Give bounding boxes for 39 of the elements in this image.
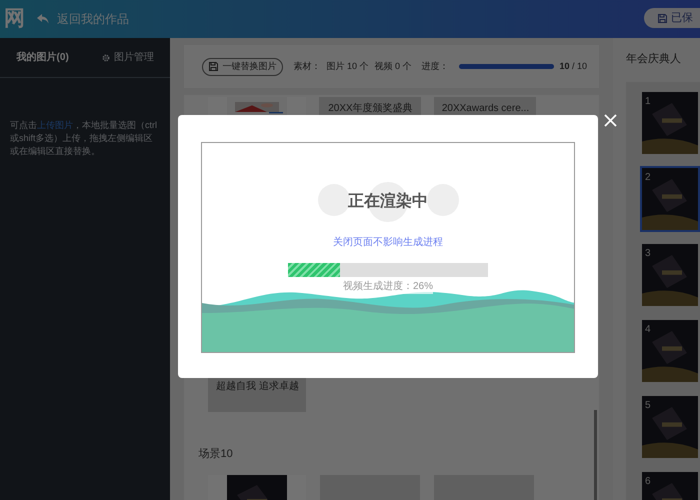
help-text: 可点击上传图片，本地批量选图（ctrl或shift多选）上传，拖拽左侧编辑区或在编辑区直接替换。	[9, 119, 158, 158]
slide-thumbnail[interactable]: 5	[640, 394, 700, 460]
save-button[interactable]: 已保	[644, 8, 700, 28]
card-title: 超越自我 追求卓越	[216, 380, 299, 394]
logo: 网	[4, 6, 25, 32]
slide-thumbnail[interactable]: 2	[640, 166, 700, 232]
slide-thumbnail[interactable]: 1	[640, 90, 700, 156]
scene-label: 场景10	[198, 447, 234, 462]
slide-number: 1	[645, 94, 651, 108]
card-title: 20XXawards cere...	[442, 102, 530, 116]
material-label: 素材：	[293, 60, 320, 73]
panel-title: 年会庆典人	[626, 52, 682, 67]
sidebar-tab[interactable]: 图片管理	[102, 50, 154, 65]
slide-number: 3	[645, 246, 651, 260]
sidebar-tab[interactable]: 我的图片(0)	[16, 50, 69, 65]
upload-link[interactable]: 上传图片	[37, 120, 73, 130]
close-icon	[603, 113, 618, 128]
slide-thumbnail[interactable]: 6	[640, 470, 700, 500]
progress-count: 10 / 10	[560, 60, 588, 73]
save-icon	[658, 14, 667, 22]
video-count: 视频 0 个	[374, 60, 412, 73]
slide-number: 2	[645, 170, 651, 184]
gear-icon	[102, 54, 110, 62]
slide-number: 6	[645, 474, 651, 488]
back-arrow-icon	[37, 14, 49, 24]
slide-number: 4	[645, 322, 651, 336]
card-title: 20XX年度颁奖盛典	[328, 102, 413, 116]
replace-images-button[interactable]: 一键替换图片	[202, 58, 284, 76]
progress-reading: 视频生成进度：26%	[342, 279, 433, 294]
slide-thumbnail[interactable]: 3	[640, 242, 700, 308]
image-count: 图片 10 个	[326, 60, 368, 73]
progress-label: 进度：	[422, 60, 448, 73]
close-button[interactable]	[603, 113, 618, 128]
save-icon	[209, 62, 218, 71]
dialog-note: 关闭页面不影响生成进程	[333, 236, 443, 250]
back-link[interactable]: 返回我的作品	[37, 10, 129, 28]
slide-thumbnail[interactable]: 4	[640, 318, 700, 384]
slide-number: 5	[645, 398, 651, 412]
dialog-title: 正在渲染中	[348, 191, 428, 212]
